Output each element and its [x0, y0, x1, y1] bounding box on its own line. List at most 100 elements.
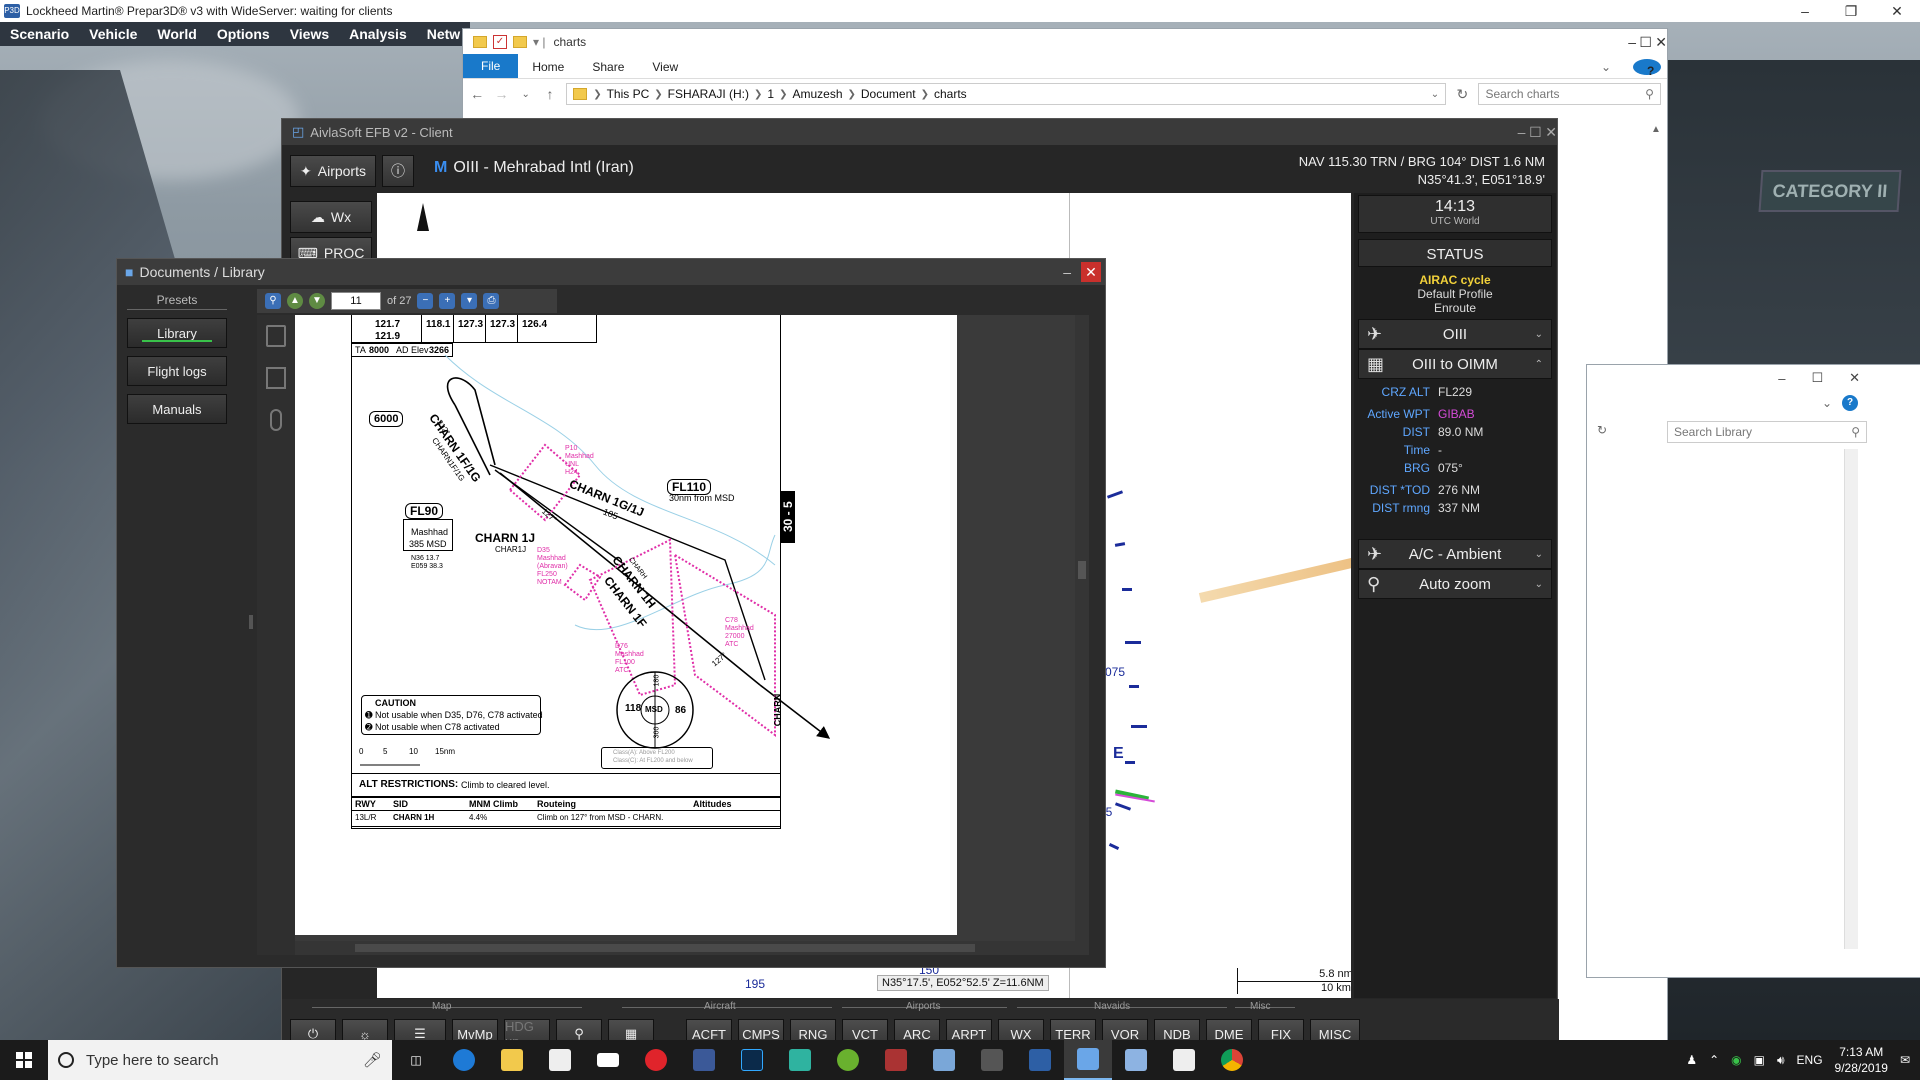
minimize-icon[interactable]: –: [1778, 371, 1785, 386]
language-indicator[interactable]: ENG: [1797, 1053, 1823, 1067]
preset-manuals-button[interactable]: Manuals: [127, 394, 227, 424]
airport-select-button[interactable]: ✈ OIII ⌄: [1358, 319, 1552, 349]
taskbar-app-photoshop[interactable]: [728, 1040, 776, 1080]
taskbar-app-chrome[interactable]: [1208, 1040, 1256, 1080]
taskbar-app-edge[interactable]: [440, 1040, 488, 1080]
menu-views[interactable]: Views: [280, 26, 339, 42]
pdf-vertical-scrollbar[interactable]: [1075, 315, 1089, 955]
minimize-icon[interactable]: –: [1518, 124, 1526, 140]
close-icon[interactable]: ✕: [1081, 262, 1101, 282]
breadcrumb-charts[interactable]: charts: [929, 87, 972, 101]
bookmark-icon[interactable]: [266, 367, 286, 389]
menu-vehicle[interactable]: Vehicle: [79, 26, 147, 42]
maximize-icon[interactable]: ☐: [1529, 124, 1542, 140]
refresh-icon[interactable]: ↻: [1597, 423, 1607, 437]
taskbar-app-facebook[interactable]: [680, 1040, 728, 1080]
restore-icon[interactable]: ❐: [1828, 3, 1874, 20]
zoom-in-icon[interactable]: +: [439, 293, 456, 309]
update-icon[interactable]: ◉: [1731, 1053, 1741, 1067]
folder-icon[interactable]: [473, 36, 487, 48]
back-icon[interactable]: ←: [469, 86, 485, 102]
taskbar-app-opera[interactable]: [632, 1040, 680, 1080]
taskbar-app-utorrent[interactable]: [824, 1040, 872, 1080]
taskbar-app-photos[interactable]: [1160, 1040, 1208, 1080]
taskbar-app-plane[interactable]: [776, 1040, 824, 1080]
maximize-icon[interactable]: ☐: [1639, 34, 1652, 50]
tab-home[interactable]: Home: [518, 56, 578, 78]
pdf-horizontal-scrollbar[interactable]: [295, 941, 1075, 955]
page-number-input[interactable]: [331, 292, 381, 310]
menu-analysis[interactable]: Analysis: [339, 26, 417, 42]
forward-icon[interactable]: →: [493, 86, 509, 102]
people-icon[interactable]: ♟: [1686, 1053, 1697, 1067]
address-dropdown-icon[interactable]: ⌄: [1431, 89, 1445, 100]
task-view-button[interactable]: ◫: [392, 1040, 440, 1080]
taskbar-app-docs[interactable]: [1112, 1040, 1160, 1080]
help-icon[interactable]: ?: [1842, 395, 1858, 411]
microphone-icon[interactable]: 🎤︎: [363, 1051, 382, 1069]
up-icon[interactable]: ↑: [542, 86, 558, 102]
wx-button[interactable]: ☁ Wx: [290, 201, 372, 233]
ribbon-expand-icon[interactable]: ⌄: [1587, 56, 1625, 78]
recent-dropdown-icon[interactable]: ⌄: [518, 89, 534, 100]
pages-icon[interactable]: [266, 325, 286, 347]
taskbar-clock[interactable]: 7:13 AM 9/28/2019: [1835, 1044, 1888, 1076]
ribbon-expand-icon[interactable]: ⌄: [1822, 396, 1832, 410]
route-button[interactable]: ▦ OIII to OIMM ⌃: [1358, 349, 1552, 379]
tray-overflow-icon[interactable]: ⌃: [1709, 1053, 1719, 1067]
network-icon[interactable]: ▣: [1754, 1053, 1765, 1067]
taskbar-app-p3d[interactable]: [1016, 1040, 1064, 1080]
library-scrollbar[interactable]: [1844, 449, 1858, 949]
close-icon[interactable]: ✕: [1849, 370, 1860, 386]
taskbar-app-efb-server[interactable]: [968, 1040, 1016, 1080]
taskbar-search-input[interactable]: Type here to search 🎤︎: [48, 1040, 392, 1080]
status-button[interactable]: STATUS: [1358, 239, 1552, 267]
breadcrumb-this-pc[interactable]: This PC: [602, 87, 655, 101]
breadcrumb-document[interactable]: Document: [856, 87, 921, 101]
preset-library-button[interactable]: Library: [127, 318, 227, 348]
attachment-icon[interactable]: [270, 409, 282, 431]
zoom-menu-icon[interactable]: ▾: [461, 293, 478, 309]
breadcrumb-amuzesh[interactable]: Amuzesh: [787, 87, 847, 101]
page-up-icon[interactable]: ▲: [287, 293, 303, 309]
breadcrumb-folder-1[interactable]: 1: [762, 87, 779, 101]
tab-view[interactable]: View: [638, 56, 692, 78]
taskbar-app-mail[interactable]: [584, 1040, 632, 1080]
minimize-icon[interactable]: –: [1628, 34, 1636, 50]
close-icon[interactable]: ✕: [1874, 3, 1920, 20]
help-icon[interactable]: ?: [1633, 59, 1661, 78]
menu-world[interactable]: World: [147, 26, 206, 42]
taskbar-app-wmp[interactable]: [872, 1040, 920, 1080]
auto-zoom-button[interactable]: ⚲ Auto zoom ⌄: [1358, 569, 1552, 599]
tab-share[interactable]: Share: [578, 56, 638, 78]
explorer-search-input[interactable]: Search charts ⚲: [1478, 83, 1661, 105]
taskbar-app-store[interactable]: [536, 1040, 584, 1080]
pdf-viewer[interactable]: 121.7 121.9 118.1 127.3 127.3 126.4 TA 8…: [295, 315, 1089, 955]
maximize-icon[interactable]: ☐: [1811, 370, 1823, 386]
ac-ambient-button[interactable]: ✈ A/C - Ambient ⌄: [1358, 539, 1552, 569]
menu-options[interactable]: Options: [207, 26, 280, 42]
zoom-out-icon[interactable]: −: [417, 293, 434, 309]
page-down-icon[interactable]: ▼: [309, 293, 325, 309]
breadcrumb-drive[interactable]: FSHARAJI (H:): [663, 87, 754, 101]
tab-file[interactable]: File: [463, 54, 519, 78]
airports-button[interactable]: ✦ Airports: [290, 155, 376, 187]
taskbar-app-efb-client[interactable]: [1064, 1040, 1112, 1080]
start-button[interactable]: [0, 1040, 48, 1080]
refresh-icon[interactable]: ↻: [1454, 86, 1470, 103]
library-search-input[interactable]: Search Library ⚲: [1667, 421, 1867, 443]
quick-access-dropdown-icon[interactable]: ▾ |: [533, 35, 545, 49]
properties-icon[interactable]: ✓: [493, 35, 507, 49]
minimize-icon[interactable]: –: [1782, 3, 1828, 20]
taskbar-app-tool[interactable]: [920, 1040, 968, 1080]
preset-flight-logs-button[interactable]: Flight logs: [127, 356, 227, 386]
find-icon[interactable]: ⚲: [265, 293, 281, 309]
info-button[interactable]: ⓘ: [382, 155, 414, 187]
close-icon[interactable]: ✕: [1655, 34, 1667, 50]
panel-splitter[interactable]: [249, 615, 253, 629]
close-icon[interactable]: ✕: [1545, 124, 1557, 140]
taskbar-app-explorer[interactable]: [488, 1040, 536, 1080]
menu-scenario[interactable]: Scenario: [0, 26, 79, 42]
print-icon[interactable]: ⎙: [483, 293, 500, 309]
address-bar[interactable]: ❯ This PC ❯ FSHARAJI (H:) ❯ 1 ❯ Amuzesh …: [566, 83, 1447, 105]
